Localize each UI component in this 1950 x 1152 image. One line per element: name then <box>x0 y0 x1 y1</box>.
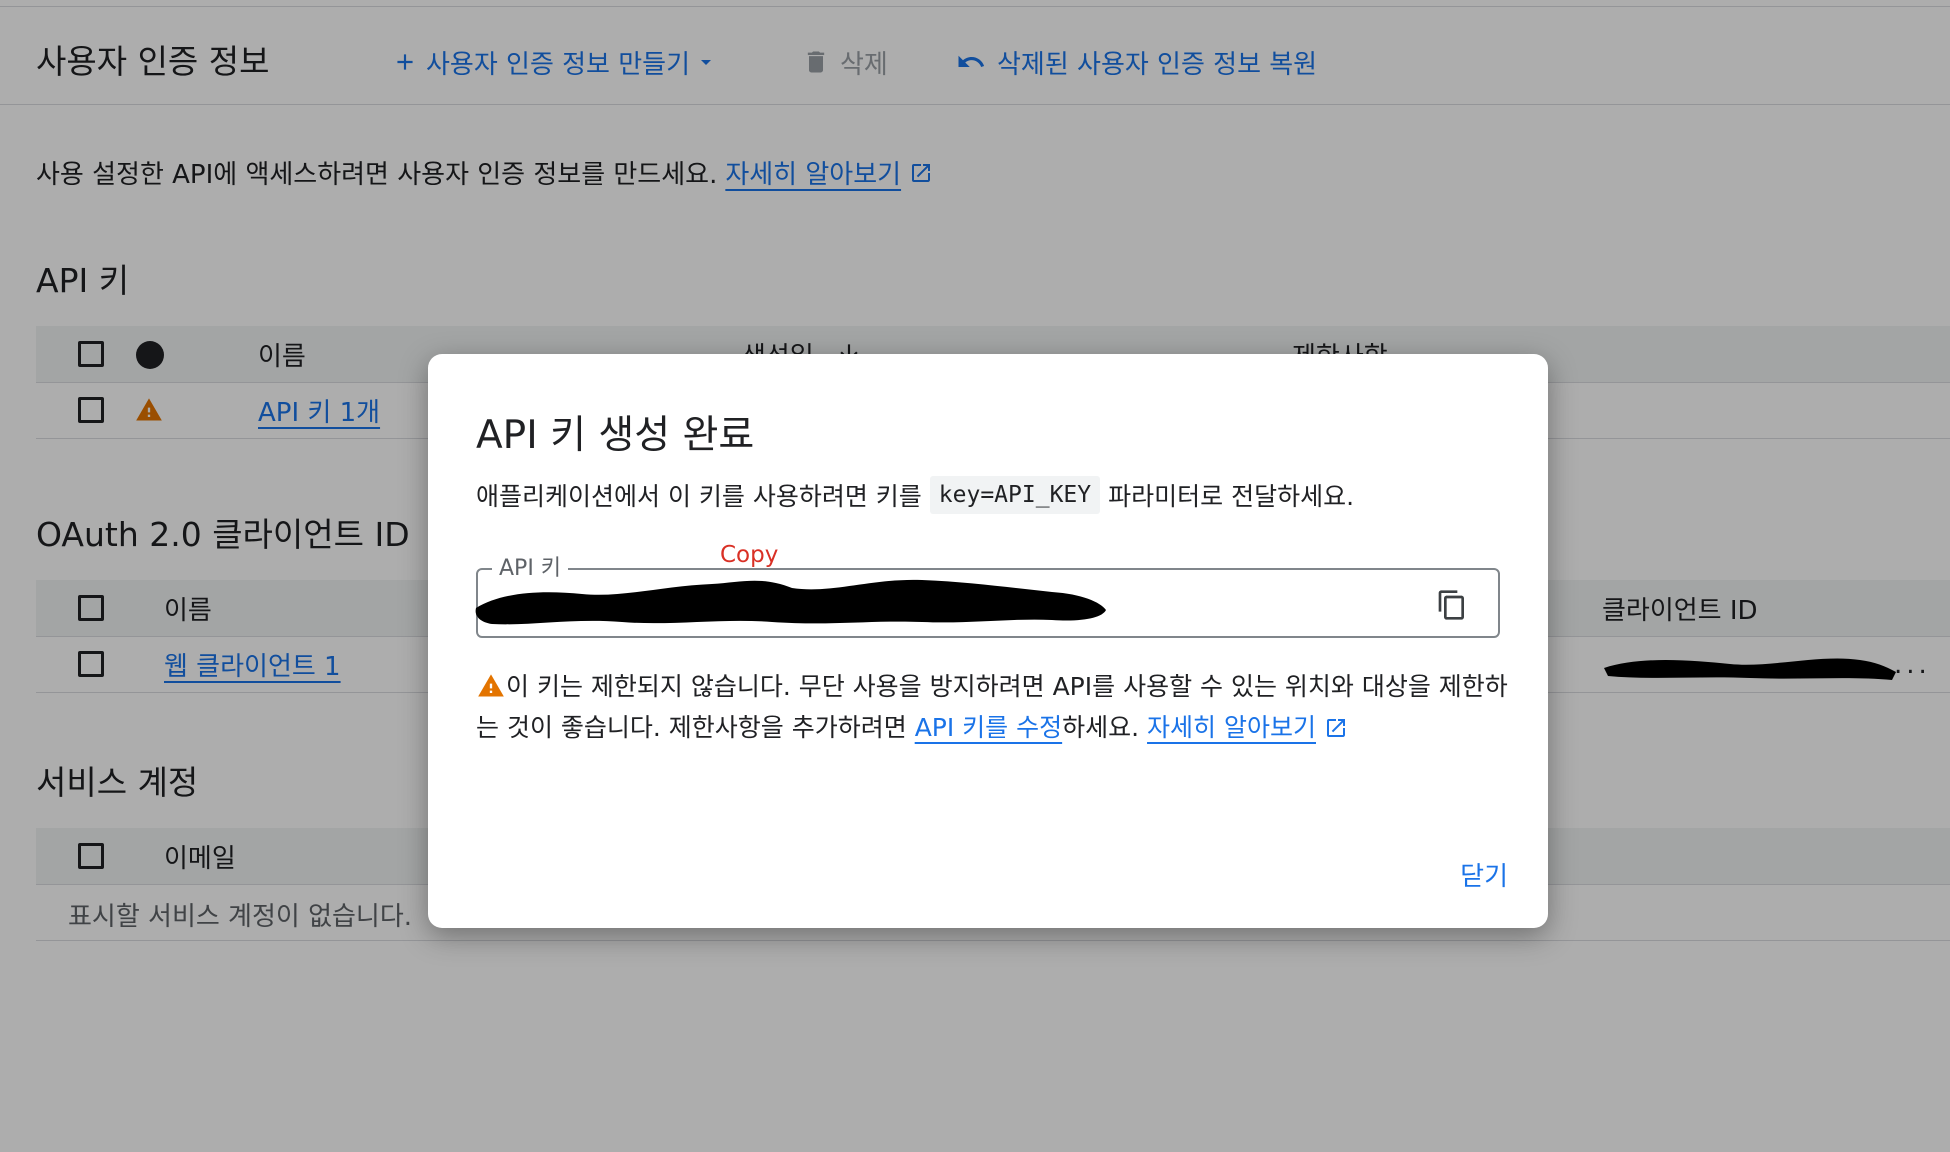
dialog-title: API 키 생성 완료 <box>476 413 755 458</box>
description-after: 파라미터로 전달하세요. <box>1108 482 1355 511</box>
external-link-icon <box>1327 719 1345 737</box>
redacted-api-key <box>475 579 1107 625</box>
api-key-field[interactable]: API 키 <box>475 550 1500 638</box>
copy-icon[interactable] <box>1436 588 1468 622</box>
learn-more-link[interactable]: 자세히 알아보기 <box>1147 713 1316 742</box>
warning-icon <box>478 674 504 697</box>
dialog-description: 애플리케이션에서 이 키를 사용하려면 키를 key=API_KEY 파라미터로… <box>476 476 1354 514</box>
edit-api-key-link[interactable]: API 키를 수정 <box>915 713 1062 742</box>
copy-annotation: Copy <box>720 542 779 568</box>
warning-text-end: 하세요. <box>1062 713 1148 742</box>
api-key-param-code: key=API_KEY <box>929 476 1101 514</box>
close-button[interactable]: 닫기 <box>1460 856 1508 893</box>
description-before: 애플리케이션에서 이 키를 사용하려면 키를 <box>476 482 922 511</box>
unrestricted-warning: 이 키는 제한되지 않습니다. 무단 사용을 방지하려면 API를 사용할 수 … <box>476 666 1516 748</box>
api-key-created-dialog: API 키 생성 완료 애플리케이션에서 이 키를 사용하려면 키를 key=A… <box>428 354 1548 928</box>
